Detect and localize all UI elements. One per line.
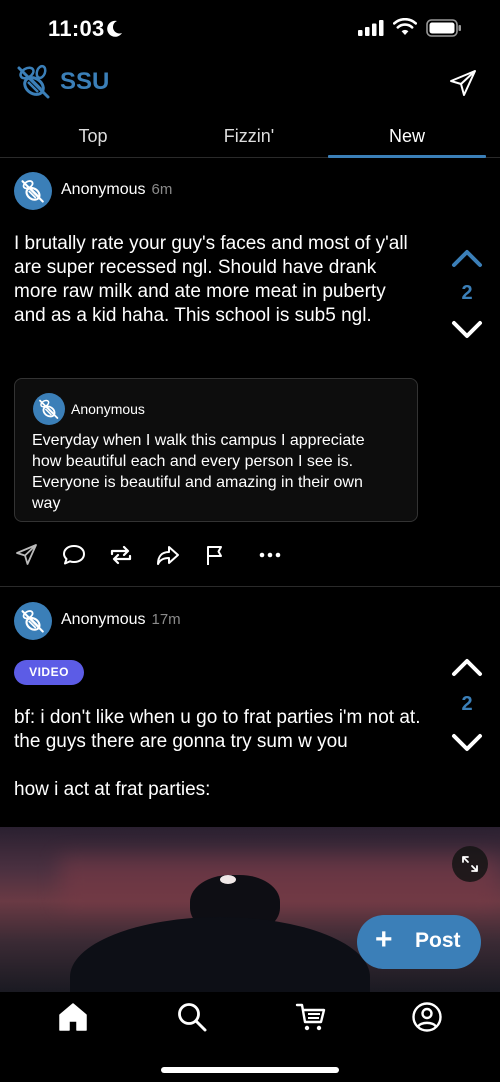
new-post-button[interactable]: + Post: [357, 915, 481, 969]
wifi-icon: [393, 18, 417, 35]
downvote-icon[interactable]: [451, 318, 483, 342]
repost-icon[interactable]: [108, 542, 134, 568]
post-card[interactable]: Anonymous 6m I brutally rate your guy's f…: [0, 158, 500, 586]
tab-new[interactable]: New: [327, 126, 487, 147]
author-name: Anonymous: [61, 611, 146, 628]
status-bar: 11:03: [0, 0, 500, 58]
post-age: 6m: [151, 181, 173, 198]
flag-icon[interactable]: [202, 542, 228, 568]
video-badge: VIDEO: [14, 660, 84, 685]
avatar: [14, 172, 52, 210]
author-name: Anonymous: [61, 181, 146, 198]
home-icon[interactable]: [56, 1000, 90, 1034]
app-header: SSU: [0, 58, 500, 106]
feed-tabs: Top Fizzin' New: [0, 116, 500, 158]
post-author: Anonymous 6m: [61, 181, 172, 199]
school-name[interactable]: SSU: [60, 68, 109, 96]
post-age: 17m: [151, 611, 181, 628]
video-figure: [70, 917, 370, 992]
new-post-label: Post: [415, 929, 461, 952]
share-icon[interactable]: [14, 542, 40, 568]
quoted-post[interactable]: Anonymous Everyday when I walk this camp…: [14, 378, 418, 522]
cellular-signal-icon: [358, 20, 384, 36]
search-icon[interactable]: [175, 1000, 209, 1034]
quote-avatar: [33, 393, 65, 425]
post-author: Anonymous 17m: [61, 611, 181, 629]
video-light: [220, 875, 236, 884]
bottom-nav: [0, 992, 500, 1082]
expand-video-button[interactable]: [452, 846, 488, 882]
post-card[interactable]: Anonymous 17m bf: i don't like when u go …: [0, 587, 500, 827]
upvote-icon[interactable]: [451, 655, 483, 679]
quote-author: Anonymous: [71, 401, 145, 417]
comment-icon[interactable]: [61, 542, 87, 568]
bee-avatar-icon: [21, 180, 44, 203]
tab-fizzin[interactable]: Fizzin': [169, 126, 329, 147]
cart-icon[interactable]: [294, 1000, 328, 1034]
upvote-icon[interactable]: [451, 246, 483, 270]
video-glow: [60, 857, 500, 907]
tab-top[interactable]: Top: [13, 126, 173, 147]
send-icon[interactable]: [448, 68, 478, 98]
bee-avatar-icon: [21, 610, 44, 633]
profile-icon[interactable]: [410, 1000, 444, 1034]
moon-icon: [107, 20, 122, 37]
bee-logo-icon[interactable]: [14, 62, 54, 102]
vote-count: 2: [461, 693, 473, 715]
home-indicator[interactable]: [161, 1067, 339, 1073]
post-text: I brutally rate your guy's faces and mos…: [14, 233, 408, 326]
downvote-icon[interactable]: [451, 731, 483, 755]
forward-icon[interactable]: [155, 542, 181, 568]
post-actions: [14, 542, 294, 568]
quote-text: Everyday when I walk this campus I appre…: [32, 432, 365, 512]
plus-icon: +: [375, 923, 393, 956]
more-icon[interactable]: [257, 542, 283, 568]
status-time: 11:03: [48, 16, 105, 41]
post-text: bf: i don't like when u go to frat parti…: [14, 707, 421, 800]
battery-icon: [426, 19, 461, 37]
expand-icon: [462, 856, 478, 872]
bee-avatar-icon: [39, 399, 59, 419]
vote-count: 2: [461, 282, 473, 304]
avatar: [14, 602, 52, 640]
